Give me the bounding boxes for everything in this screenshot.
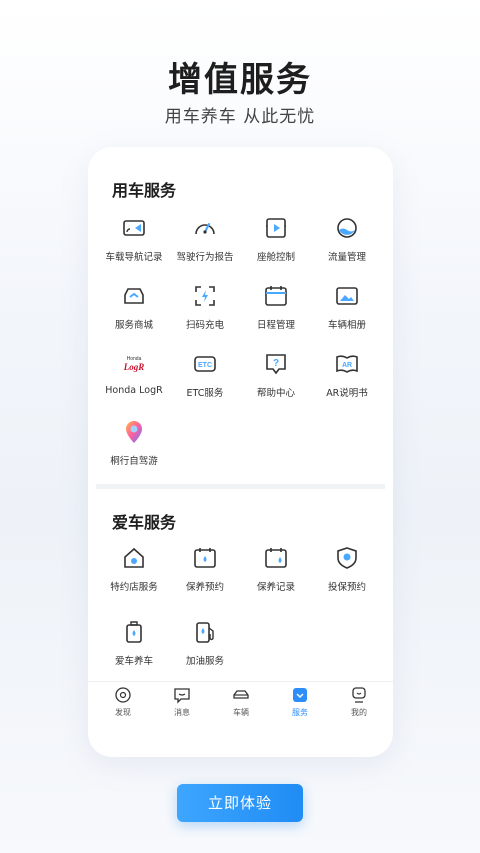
- service-item-label: ETC服务: [186, 388, 224, 399]
- mall-icon: [124, 288, 144, 304]
- tab-profile[interactable]: 我的: [334, 686, 384, 718]
- tab-label: 消息: [174, 708, 190, 717]
- service-item-maintenance-record[interactable]: 保养记录: [240, 545, 312, 593]
- cockpit-icon: [266, 218, 286, 238]
- service-item-mall[interactable]: 服务商城: [98, 283, 170, 331]
- tab-vehicle[interactable]: 车辆: [216, 686, 266, 718]
- service-item-etc[interactable]: ETC ETC服务: [169, 351, 241, 399]
- hero-subtitle: 用车养车 从此无忧: [164, 107, 316, 127]
- service-item-label: 座舱控制: [256, 252, 295, 263]
- service-item-data-flow[interactable]: 流量管理: [311, 215, 383, 263]
- section-divider: [96, 484, 385, 489]
- dealer-icon: [124, 547, 144, 568]
- service-item-insurance[interactable]: 投保预约: [311, 545, 383, 593]
- car-care-icon: [126, 621, 142, 643]
- service-item-car-care[interactable]: 爱车养车: [98, 619, 170, 667]
- service-item-label: 车载导航记录: [105, 252, 163, 263]
- service-item-label: 日程管理: [256, 320, 295, 331]
- tab-label: 车辆: [233, 708, 249, 717]
- service-item-ar-manual[interactable]: AR AR说明书: [311, 351, 383, 399]
- tab-message[interactable]: 消息: [157, 686, 207, 718]
- map-pin-icon: [126, 421, 142, 443]
- section-title-usage: 用车服务: [112, 177, 177, 201]
- service-item-help[interactable]: ? 帮助中心: [240, 351, 312, 399]
- car-icon: [233, 690, 249, 699]
- tab-label: 服务: [292, 708, 308, 717]
- gauge-icon: [195, 223, 215, 235]
- service-item-scan-charge[interactable]: 扫码充电: [169, 283, 241, 331]
- service-item-label: 保养记录: [256, 582, 295, 593]
- tab-label: 发现: [115, 708, 131, 717]
- service-item-label: 特约店服务: [110, 582, 158, 593]
- service-item-label: 车辆相册: [327, 320, 366, 331]
- nav-record-icon: [123, 220, 145, 236]
- tab-service[interactable]: 服务: [275, 686, 325, 718]
- service-item-label: 扫码充电: [185, 320, 224, 331]
- service-item-maintenance-booking[interactable]: 保养预约: [169, 545, 241, 593]
- help-icon: ?: [266, 354, 286, 375]
- service-item-honda-logr[interactable]: Honda LogR Honda LogR: [98, 351, 170, 396]
- data-flow-icon: [337, 218, 357, 238]
- service-item-dealer[interactable]: 特约店服务: [98, 545, 170, 593]
- profile-icon: [352, 687, 366, 703]
- try-now-button[interactable]: 立即体验: [177, 784, 303, 822]
- ar-manual-icon: AR: [336, 355, 358, 373]
- service-item-road-trip[interactable]: 桐行自驾游: [98, 419, 170, 467]
- insurance-icon: [337, 547, 357, 569]
- service-item-label: 投保预约: [327, 582, 366, 593]
- phone-preview-card: 用车服务 车载导航记录 驾驶行为报告 座舱控制 流量管理 服务商城 扫码充电 日…: [88, 147, 393, 757]
- service-item-album[interactable]: 车辆相册: [311, 283, 383, 331]
- svg-text:LogR: LogR: [123, 362, 145, 372]
- service-item-label: 帮助中心: [256, 388, 295, 399]
- message-icon: [174, 688, 190, 704]
- service-item-drive-report[interactable]: 驾驶行为报告: [169, 215, 241, 263]
- maintenance-record-icon: [265, 548, 287, 568]
- service-item-nav-record[interactable]: 车载导航记录: [98, 215, 170, 263]
- service-item-fuel[interactable]: 加油服务: [169, 619, 241, 667]
- etc-icon: ETC: [194, 356, 216, 372]
- scan-charge-icon: [195, 286, 215, 306]
- honda-logr-logo: Honda LogR: [123, 356, 145, 372]
- service-item-label: 驾驶行为报告: [176, 252, 234, 263]
- maintenance-booking-icon: [194, 548, 216, 568]
- service-item-label: AR说明书: [326, 388, 368, 399]
- service-item-label: 保养预约: [185, 582, 224, 593]
- svg-text:AR: AR: [342, 362, 352, 369]
- discover-icon: [115, 687, 131, 703]
- section-title-car-care: 爱车服务: [112, 509, 177, 533]
- album-icon: [336, 287, 358, 305]
- service-item-label: Honda LogR: [105, 385, 163, 396]
- tab-discover[interactable]: 发现: [98, 686, 148, 718]
- bottom-tab-bar: 发现 消息 车辆 服务 我的: [88, 681, 393, 723]
- service-item-label: 桐行自驾游: [110, 456, 158, 467]
- service-item-label: 服务商城: [114, 320, 153, 331]
- service-item-label: 加油服务: [185, 656, 224, 667]
- calendar-icon: [265, 286, 287, 306]
- service-icon: [293, 688, 307, 702]
- hero-title: 增值服务: [168, 60, 312, 100]
- svg-text:ETC: ETC: [198, 362, 212, 369]
- service-item-label: 流量管理: [327, 252, 366, 263]
- svg-text:?: ?: [273, 358, 279, 369]
- fuel-icon: [196, 622, 214, 643]
- service-item-cockpit[interactable]: 座舱控制: [240, 215, 312, 263]
- service-item-label: 爱车养车: [114, 656, 153, 667]
- service-item-calendar[interactable]: 日程管理: [240, 283, 312, 331]
- tab-label: 我的: [351, 708, 367, 717]
